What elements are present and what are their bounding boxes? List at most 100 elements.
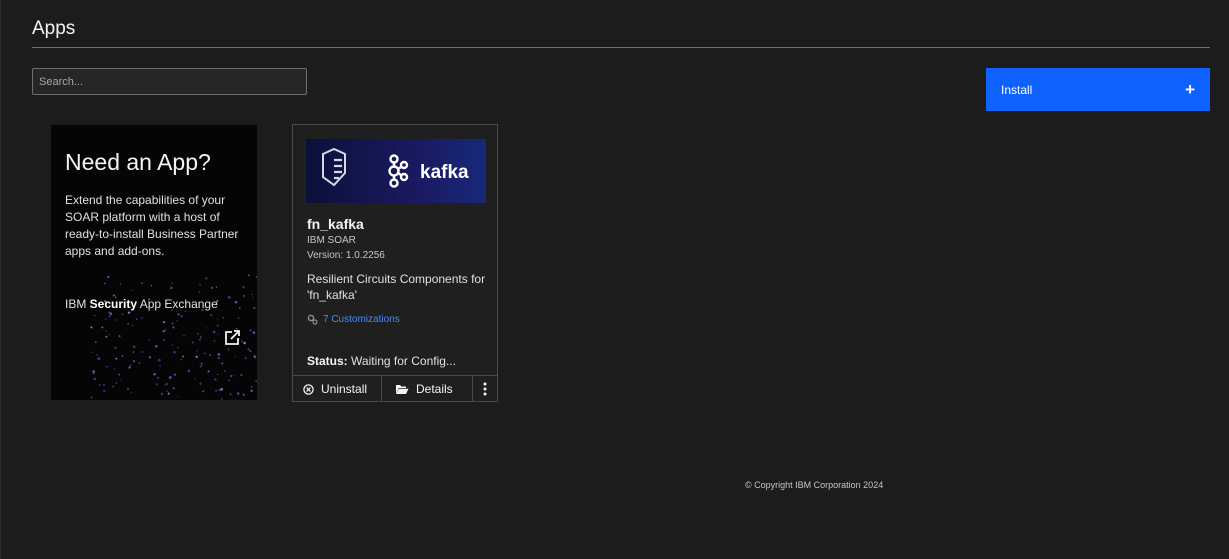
page-title: Apps [32, 18, 76, 39]
pattern-dot [198, 291, 201, 293]
pattern-dot [92, 370, 95, 373]
install-button[interactable]: Install + [986, 68, 1210, 111]
uninstall-button[interactable]: Uninstall [293, 376, 382, 402]
pattern-dot [255, 380, 257, 382]
details-button[interactable]: Details [382, 376, 473, 402]
folder-open-icon [396, 384, 409, 394]
pattern-dot [120, 379, 122, 382]
pattern-dot [105, 330, 107, 332]
pattern-dot [108, 315, 111, 317]
promo-text: Extend the capabilities of your SOAR pla… [65, 193, 239, 258]
pattern-dot [194, 378, 196, 380]
pattern-dot [196, 350, 198, 352]
pattern-dot [132, 345, 136, 349]
pattern-dot [141, 282, 143, 285]
pattern-dot [233, 375, 235, 377]
left-border [0, 0, 1, 559]
pattern-dot [103, 384, 105, 386]
pattern-dot [140, 317, 143, 319]
pattern-dot [155, 344, 158, 348]
pattern-dot [217, 333, 219, 336]
pattern-dot [155, 383, 158, 386]
pattern-dot [103, 282, 106, 285]
pattern-dot [114, 346, 117, 349]
pattern-dot [250, 385, 253, 388]
pattern-dot [114, 319, 117, 321]
pattern-dot [227, 348, 230, 351]
pattern-dot [165, 383, 168, 385]
pattern-dot [199, 283, 201, 286]
app-version: Version: 1.0.2256 [307, 250, 385, 261]
pattern-dot [201, 363, 203, 365]
pattern-dot [234, 356, 236, 358]
pattern-dot [173, 373, 176, 376]
pattern-dot [108, 311, 111, 314]
pattern-dot [148, 339, 150, 341]
pattern-dot [94, 314, 96, 317]
pattern-dot [171, 322, 174, 325]
pattern-dot [131, 289, 133, 291]
pattern-dot [229, 393, 232, 396]
pattern-dot [181, 355, 185, 358]
pattern-dot [217, 356, 220, 360]
app-status: Status: Waiting for Config... [307, 354, 456, 368]
card-actions: Uninstall Details [293, 375, 497, 402]
pattern-dot [214, 378, 217, 381]
pattern-dot [121, 355, 124, 357]
app-vendor: IBM SOAR [307, 235, 356, 246]
pattern-dot [126, 387, 130, 390]
overflow-menu-icon [483, 382, 487, 396]
pattern-dot [217, 353, 221, 356]
app-card[interactable]: kafka fn_kafka IBM SOAR Version: 1.0.225… [292, 124, 498, 402]
plus-icon: + [1185, 79, 1195, 99]
gears-icon [307, 314, 318, 325]
pattern-dot [180, 315, 183, 318]
pattern-dot [230, 375, 233, 377]
brand-prefix: IBM [65, 297, 90, 311]
pattern-dot [234, 300, 238, 304]
pattern-dot [242, 285, 245, 289]
pattern-dot [148, 356, 152, 359]
pattern-dot [128, 366, 131, 369]
pattern-dot [210, 314, 213, 316]
pattern-dot [94, 341, 97, 343]
overflow-menu-button[interactable] [473, 376, 497, 402]
pattern-dot [162, 320, 166, 324]
status-label: Status: [307, 354, 348, 368]
pattern-dot [107, 275, 110, 279]
pattern-dot [132, 360, 136, 363]
pattern-dot [204, 352, 206, 355]
pattern-dot [209, 354, 211, 356]
app-exchange-promo[interactable]: Need an App? Extend the capabilities of … [51, 125, 257, 400]
pattern-dot [97, 357, 101, 360]
pattern-dot [108, 334, 110, 336]
pattern-dot [180, 358, 182, 361]
pattern-dot [240, 374, 243, 377]
pattern-dot [242, 295, 245, 297]
pattern-dot [115, 382, 118, 385]
pattern-dot [150, 284, 153, 287]
pattern-dot [102, 389, 106, 393]
uninstall-label: Uninstall [321, 382, 368, 396]
customizations-link[interactable]: 7 Customizations [307, 314, 400, 325]
pattern-dot [212, 330, 216, 334]
pattern-dot [159, 365, 161, 367]
pattern-dot [101, 326, 104, 329]
search-input[interactable] [32, 68, 307, 95]
pattern-dot [237, 317, 240, 319]
pattern-dot [121, 313, 124, 315]
copyright: © Copyright IBM Corporation 2024 [745, 480, 884, 490]
pattern-dot [199, 382, 202, 385]
pattern-dot [195, 355, 198, 359]
external-link-icon[interactable] [223, 329, 241, 347]
pattern-dot [169, 376, 172, 379]
pattern-dot [170, 286, 173, 290]
pattern-dot [217, 318, 219, 320]
pattern-dot [176, 320, 178, 322]
pattern-dot [239, 307, 241, 309]
pattern-dot [118, 373, 121, 376]
pattern-dot [90, 396, 93, 399]
pattern-dot [205, 327, 208, 329]
pattern-dot [252, 296, 254, 298]
pattern-dot [253, 355, 256, 358]
